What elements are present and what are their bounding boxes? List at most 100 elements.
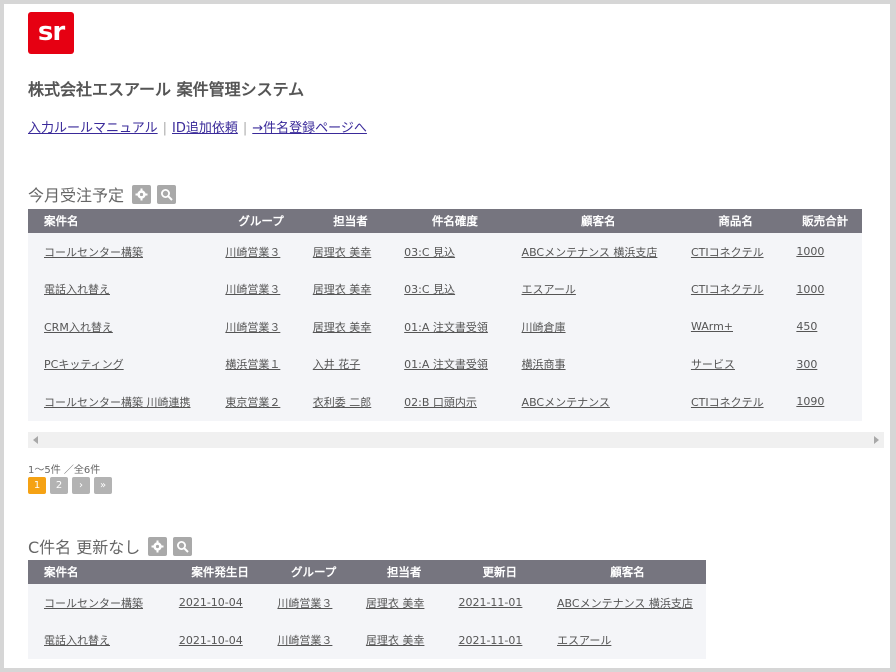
- cell-link[interactable]: 居理衣 美幸: [313, 321, 372, 334]
- cell-link[interactable]: CTIコネクテル: [691, 283, 764, 296]
- table-cell: 450: [788, 308, 862, 346]
- page-1-button[interactable]: 1: [28, 477, 46, 494]
- cell-link[interactable]: CRM入れ替え: [44, 321, 113, 334]
- search-icon: [177, 540, 189, 553]
- column-header[interactable]: 案件名: [28, 209, 218, 233]
- gear-icon: [135, 188, 148, 200]
- table-cell: 1000: [788, 233, 862, 271]
- column-header[interactable]: 更新日: [450, 560, 550, 584]
- cell-link[interactable]: 横浜営業１: [225, 358, 280, 371]
- table-cell: 電話入れ替え: [28, 271, 217, 309]
- column-header[interactable]: 担当者: [304, 209, 397, 233]
- table-row: コールセンター構築 川崎連携 東京営業２ 衣利委 二郎 02:B 口頭内示 ABCメンテ…: [28, 383, 862, 421]
- scroll-right-icon[interactable]: [874, 436, 879, 444]
- cell-link[interactable]: ABCメンテナンス 横浜支店: [557, 597, 693, 610]
- cell-link[interactable]: 電話入れ替え: [44, 634, 110, 647]
- settings-button[interactable]: [132, 184, 152, 204]
- cell-link[interactable]: 川崎営業３: [225, 283, 280, 296]
- cell-link[interactable]: コールセンター構築: [44, 246, 143, 259]
- gear-icon: [151, 540, 164, 552]
- table-cell: 2021-11-01: [450, 622, 549, 660]
- table-cell: 横浜商事: [514, 346, 683, 384]
- cell-link[interactable]: 電話入れ替え: [44, 283, 110, 296]
- cell-link[interactable]: 02:B 口頭内示: [404, 396, 477, 409]
- last-page-button[interactable]: »: [94, 477, 112, 494]
- cell-link[interactable]: 1000: [796, 245, 824, 258]
- table-header-row: 案件名 案件発生日 グループ 担当者 更新日 顧客名: [28, 560, 706, 584]
- section-heading: 今月受注予定: [28, 186, 125, 205]
- cell-link[interactable]: 450: [796, 320, 817, 333]
- cell-link[interactable]: WArm+: [691, 320, 733, 333]
- cell-link[interactable]: 川崎営業３: [277, 634, 332, 647]
- cell-link[interactable]: 2021-11-01: [458, 634, 522, 647]
- scroll-left-icon[interactable]: [33, 436, 38, 444]
- table-cell: ABCメンテナンス 横浜支店: [514, 233, 683, 271]
- cell-link[interactable]: 居理衣 美幸: [366, 634, 425, 647]
- page-2-button[interactable]: 2: [50, 477, 68, 494]
- table-cell: 居理衣 美幸: [305, 308, 396, 346]
- table-row: コールセンター構築 2021-10-04 川崎営業３ 居理衣 美幸 2021-11-01…: [28, 584, 706, 622]
- table-cell: 電話入れ替え: [28, 622, 171, 660]
- cell-link[interactable]: CTIコネクテル: [691, 246, 764, 259]
- cell-link[interactable]: コールセンター構築 川崎連携: [44, 396, 191, 409]
- cell-link[interactable]: 東京営業２: [225, 396, 280, 409]
- cell-link[interactable]: 03:C 見込: [404, 283, 455, 296]
- table-header-row: 案件名 グループ 担当者 件名確度 顧客名 商品名 販売合計: [28, 209, 862, 233]
- cell-link[interactable]: CTIコネクテル: [691, 396, 764, 409]
- register-link[interactable]: →件名登録ページへ: [252, 121, 367, 136]
- cell-link[interactable]: 川崎倉庫: [522, 321, 566, 334]
- company-logo[interactable]: sr: [28, 12, 74, 54]
- manual-link[interactable]: 入力ルールマニュアル: [28, 121, 158, 136]
- search-button[interactable]: [157, 184, 177, 204]
- cell-link[interactable]: 居理衣 美幸: [313, 283, 372, 296]
- cell-link[interactable]: エスアール: [522, 283, 576, 296]
- table-cell: 川崎営業３: [217, 271, 304, 309]
- settings-button[interactable]: [148, 536, 168, 556]
- cell-link[interactable]: エスアール: [557, 634, 611, 647]
- table-cell: コールセンター構築 川崎連携: [28, 383, 217, 421]
- cell-link[interactable]: 居理衣 美幸: [366, 597, 425, 610]
- column-header[interactable]: 顧客名: [513, 209, 683, 233]
- table-cell: 川崎営業３: [217, 308, 304, 346]
- column-header[interactable]: 顧客名: [549, 560, 706, 584]
- cell-link[interactable]: 川崎営業３: [277, 597, 332, 610]
- column-header[interactable]: 販売合計: [788, 209, 862, 233]
- column-header[interactable]: 担当者: [357, 560, 451, 584]
- cell-link[interactable]: ABCメンテナンス 横浜支店: [522, 246, 658, 259]
- cell-link[interactable]: 衣利委 二郎: [313, 396, 372, 409]
- table-cell: 02:B 口頭内示: [396, 383, 513, 421]
- cell-link[interactable]: 1090: [796, 395, 824, 408]
- cell-link[interactable]: 居理衣 美幸: [313, 246, 372, 259]
- nav-separator: |: [162, 121, 168, 136]
- search-button[interactable]: [173, 536, 193, 556]
- cell-link[interactable]: 川崎営業３: [225, 246, 280, 259]
- cell-link[interactable]: 01:A 注文書受領: [404, 321, 488, 334]
- page-title: 株式会社エスアール 案件管理システム: [28, 80, 305, 99]
- table-cell: 1090: [788, 383, 862, 421]
- cell-link[interactable]: 2021-10-04: [179, 634, 243, 647]
- column-header[interactable]: 案件発生日: [170, 560, 270, 584]
- horizontal-scrollbar[interactable]: [28, 432, 884, 448]
- column-header[interactable]: 商品名: [682, 209, 789, 233]
- cell-link[interactable]: 2021-10-04: [179, 596, 243, 609]
- column-header[interactable]: 案件名: [28, 560, 171, 584]
- column-header[interactable]: グループ: [217, 209, 305, 233]
- cell-link[interactable]: 2021-11-01: [458, 596, 522, 609]
- cell-link[interactable]: 03:C 見込: [404, 246, 455, 259]
- cell-link[interactable]: 入井 花子: [313, 358, 361, 371]
- cell-link[interactable]: 300: [796, 358, 817, 371]
- cell-link[interactable]: PCキッティング: [44, 358, 124, 371]
- column-header[interactable]: 件名確度: [396, 209, 514, 233]
- table-cell: 2021-10-04: [171, 622, 270, 660]
- table-cell: サービス: [683, 346, 788, 384]
- cell-link[interactable]: サービス: [691, 358, 735, 371]
- cell-link[interactable]: 川崎営業３: [225, 321, 280, 334]
- cell-link[interactable]: コールセンター構築: [44, 597, 143, 610]
- cell-link[interactable]: 01:A 注文書受領: [404, 358, 488, 371]
- id-request-link[interactable]: ID追加依頼: [172, 121, 238, 136]
- cell-link[interactable]: 1000: [796, 283, 824, 296]
- cell-link[interactable]: ABCメンテナンス: [522, 396, 610, 409]
- cell-link[interactable]: 横浜商事: [522, 358, 566, 371]
- next-page-button[interactable]: ›: [72, 477, 90, 494]
- column-header[interactable]: グループ: [269, 560, 358, 584]
